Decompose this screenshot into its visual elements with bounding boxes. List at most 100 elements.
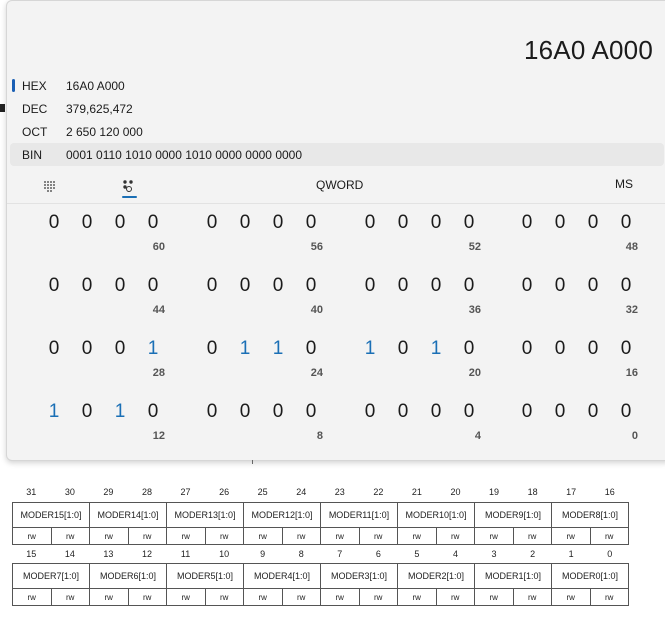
bit-toggle[interactable]: 0 (77, 212, 97, 234)
bit-toggle[interactable]: 0 (393, 212, 413, 234)
bit-toggle[interactable]: 0 (202, 401, 222, 423)
bit-toggle[interactable]: 0 (110, 275, 130, 297)
bit-row: 0 0 0 0 44 0 0 0 0 40 0 0 0 0 36 0 0 0 0 32 (7, 275, 665, 325)
access-cell: rw (206, 589, 244, 605)
register-bit-number: 19 (489, 487, 500, 497)
bit-position-label: 20 (468, 367, 481, 379)
radix-row-hex[interactable]: HEX 16A0 A000 (10, 74, 664, 97)
active-tab-underline (122, 196, 137, 198)
bit-toggle[interactable]: 1 (235, 338, 255, 360)
bit-toggle[interactable]: 0 (517, 338, 537, 360)
bit-toggle[interactable]: 0 (202, 212, 222, 234)
bit-toggle[interactable]: 0 (583, 401, 603, 423)
register-access-row: rw rw rw rw rw rw rw rw rw rw rw rw rw rw rw rw (12, 528, 629, 545)
bit-toggle[interactable]: 0 (77, 401, 97, 423)
bit-toggle[interactable]: 0 (550, 338, 570, 360)
bit-toggle[interactable]: 0 (143, 212, 163, 234)
bit-toggle[interactable]: 0 (268, 212, 288, 234)
word-size-button[interactable]: QWORD (316, 178, 363, 192)
bit-toggle[interactable]: 0 (360, 212, 380, 234)
bit-toggle[interactable]: 0 (268, 401, 288, 423)
radix-value: 0001 0110 1010 0000 1010 0000 0000 0000 (66, 147, 303, 162)
bit-toggle[interactable]: 0 (360, 275, 380, 297)
access-cell: rw (605, 531, 614, 541)
bit-toggle[interactable]: 0 (268, 275, 288, 297)
bit-toggle[interactable]: 0 (583, 338, 603, 360)
bit-toggle[interactable]: 0 (143, 275, 163, 297)
bit-toggle[interactable]: 0 (459, 401, 479, 423)
register-bit-number: 27 (180, 487, 191, 497)
bit-toggle[interactable]: 0 (550, 401, 570, 423)
access-cell: rw (360, 528, 398, 544)
bit-toggle[interactable]: 1 (268, 338, 288, 360)
bit-toggle[interactable]: 0 (393, 401, 413, 423)
bit-toggle[interactable]: 0 (550, 212, 570, 234)
bit-toggle[interactable]: 0 (459, 338, 479, 360)
bit-toggle[interactable]: 1 (44, 401, 64, 423)
access-cell: rw (321, 589, 360, 605)
bit-toggle[interactable]: 0 (301, 401, 321, 423)
bit-toggle[interactable]: 0 (44, 212, 64, 234)
bit-toggle[interactable]: 0 (393, 338, 413, 360)
bit-toggle[interactable]: 0 (459, 212, 479, 234)
bit-toggle[interactable]: 0 (301, 212, 321, 234)
register-field: MODER8[1:0] (561, 510, 619, 520)
bit-toggle[interactable]: 1 (143, 338, 163, 360)
bit-toggle[interactable]: 0 (459, 275, 479, 297)
bit-toggle[interactable]: 0 (202, 275, 222, 297)
bit-toggle[interactable]: 0 (110, 212, 130, 234)
bit-toggle[interactable]: 0 (393, 275, 413, 297)
bit-toggle[interactable]: 1 (360, 338, 380, 360)
access-cell: rw (167, 528, 206, 544)
bit-toggle[interactable]: 0 (616, 338, 636, 360)
bit-toggle[interactable]: 0 (426, 401, 446, 423)
access-cell: rw (398, 589, 437, 605)
radix-value: 16A0 A000 (66, 78, 125, 93)
register-bit-number: 12 (141, 549, 152, 559)
bit-toggle[interactable]: 0 (44, 275, 64, 297)
bit-position-label: 60 (152, 241, 165, 253)
bit-toggle[interactable]: 0 (77, 275, 97, 297)
bit-toggle[interactable]: 0 (235, 275, 255, 297)
register-bit-number: 3 (491, 549, 497, 559)
bit-toggle[interactable]: 0 (235, 401, 255, 423)
access-cell: rw (90, 589, 129, 605)
access-cell: rw (552, 589, 591, 605)
access-cell: rw (13, 528, 52, 544)
bit-toggle[interactable]: 0 (143, 401, 163, 423)
bit-toggle[interactable]: 0 (360, 401, 380, 423)
radix-row-bin[interactable]: BIN 0001 0110 1010 0000 1010 0000 0000 0… (10, 143, 664, 166)
bit-toggle[interactable]: 0 (616, 212, 636, 234)
bit-toggle[interactable]: 0 (583, 275, 603, 297)
bit-toggle[interactable]: 0 (517, 401, 537, 423)
radix-row-oct[interactable]: OCT 2 650 120 000 (10, 120, 664, 143)
bit-toggle[interactable]: 0 (583, 212, 603, 234)
bit-toggle[interactable]: 1 (426, 338, 446, 360)
register-field: MODER9[1:0] (475, 503, 552, 527)
bit-toggle[interactable]: 0 (235, 212, 255, 234)
bit-toggle[interactable]: 0 (426, 275, 446, 297)
register-bit-number: 16 (604, 487, 615, 497)
radix-label: HEX (22, 78, 47, 93)
bit-toggle[interactable]: 0 (550, 275, 570, 297)
bit-toggle[interactable]: 1 (110, 401, 130, 423)
bit-toggle[interactable]: 0 (202, 338, 222, 360)
bit-toggle[interactable]: 0 (426, 212, 446, 234)
bit-toggle[interactable]: 0 (77, 338, 97, 360)
radix-row-dec[interactable]: DEC 379,625,472 (10, 97, 664, 120)
access-cell: rw (283, 528, 321, 544)
register-bit-number: 15 (26, 549, 37, 559)
register-field: MODER4[1:0] (244, 564, 321, 588)
bit-toggle[interactable]: 0 (110, 338, 130, 360)
memory-store-button[interactable]: MS (615, 177, 633, 191)
register-field: MODER5[1:0] (167, 564, 244, 588)
bit-toggle[interactable]: 0 (616, 275, 636, 297)
bit-toggle[interactable]: 0 (517, 212, 537, 234)
bit-toggle[interactable]: 0 (301, 275, 321, 297)
register-field: MODER0[1:0] (561, 571, 619, 581)
full-keypad-button[interactable] (37, 174, 63, 200)
bit-toggle[interactable]: 0 (44, 338, 64, 360)
bit-toggle[interactable]: 0 (616, 401, 636, 423)
bit-toggle[interactable]: 0 (517, 275, 537, 297)
bit-toggle[interactable]: 0 (301, 338, 321, 360)
